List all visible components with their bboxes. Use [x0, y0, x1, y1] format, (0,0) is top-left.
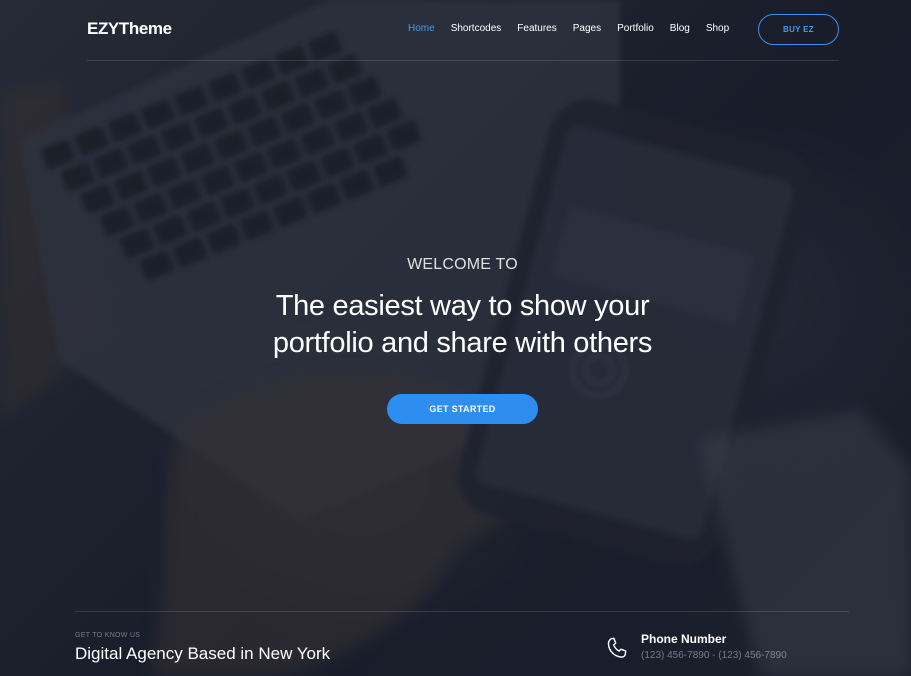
- nav-item-pages[interactable]: Pages: [573, 23, 601, 34]
- hero-headline-line2: portfolio and share with others: [272, 327, 653, 359]
- phone-number[interactable]: (123) 456-7890 - (123) 456-7890: [641, 650, 787, 661]
- nav-item-portfolio[interactable]: Portfolio: [617, 23, 654, 34]
- info-title: Digital Agency Based in New York: [75, 644, 331, 663]
- nav-item-shortcodes[interactable]: Shortcodes: [451, 23, 502, 34]
- site-logo[interactable]: EZYTheme: [87, 19, 172, 39]
- buy-button[interactable]: BUY EZ: [758, 14, 839, 45]
- nav-item-home[interactable]: Home: [408, 23, 435, 34]
- hero-headline-line1: The easiest way to show your: [275, 290, 650, 322]
- info-divider: [75, 611, 849, 612]
- nav-item-features[interactable]: Features: [517, 23, 556, 34]
- phone-icon: [607, 637, 627, 658]
- info-eyebrow: GET TO KNOW US: [75, 632, 141, 639]
- site-header: EZYTheme Home Shortcodes Features Pages …: [87, 14, 839, 46]
- main-nav: Home Shortcodes Features Pages Portfolio…: [408, 23, 745, 34]
- hero-headline: The easiest way to show your portfolio a…: [0, 288, 911, 362]
- header-divider: [87, 60, 839, 61]
- nav-item-blog[interactable]: Blog: [670, 23, 690, 34]
- get-started-button[interactable]: GET STARTED: [387, 394, 538, 424]
- phone-label: Phone Number: [641, 632, 727, 646]
- nav-item-shop[interactable]: Shop: [706, 23, 729, 34]
- hero-welcome-text: WELCOME TO: [407, 256, 518, 273]
